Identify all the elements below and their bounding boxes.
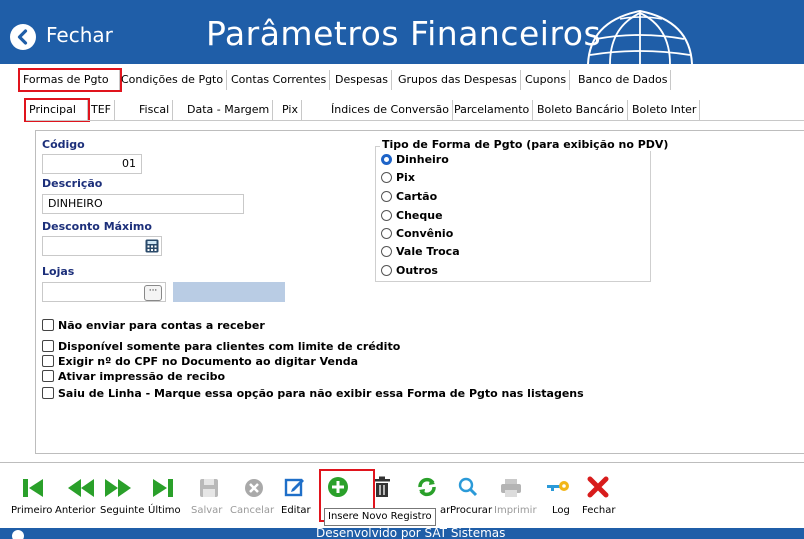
radio-icon [381,245,392,257]
skip-last-icon [153,479,173,497]
radio-icon [381,190,392,202]
tab-grupos-das-despesas[interactable]: Grupos das Despesas [395,70,521,90]
printer-icon [501,479,521,497]
tab-fiscal[interactable]: Fiscal [136,100,174,120]
log-label: Log [552,505,570,516]
trash-icon [374,476,390,497]
seguinte-label: Seguinte [100,505,145,516]
primeiro-label: Primeiro [11,505,53,516]
radio-dinheiro[interactable]: Dinheiro [381,153,449,167]
tab-boleto-inter[interactable]: Boleto Inter [629,100,701,120]
checkbox-exigir-cpf[interactable]: Exigir nº do CPF no Documento ao digitar… [42,355,358,368]
search-icon [458,477,478,497]
tipo-forma-pgto-title: Tipo de Forma de Pgto (para exibição no … [380,138,671,151]
skip-first-icon [23,479,43,497]
procurar-label: Procurar [450,505,493,516]
anterior-label: Anterior [55,505,96,516]
descricao-label: Descrição [42,177,103,190]
tooltip: Insere Novo Registro [324,508,436,526]
globe-icon [587,9,693,64]
lojas-lookup-button[interactable]: ··· [144,285,162,301]
tab-banco-de-dados[interactable]: Banco de Dados [575,70,672,90]
tab-condicoes-de-pgto[interactable]: Condições de Pgto [118,70,228,90]
cancel-icon [245,479,263,497]
edit-icon [284,478,304,497]
radio-icon [381,209,392,221]
tab-data-margem[interactable]: Data - Margem [184,100,274,120]
imprimir-label: Imprimir [494,505,537,516]
checkbox-icon [42,340,54,352]
checkbox-icon [42,387,54,399]
checkbox-saiu-de-linha[interactable]: Saiu de Linha - Marque essa opção para n… [42,387,584,400]
cancelar-label: Cancelar [230,505,275,516]
desconto-maximo-label: Desconto Máximo [42,220,152,233]
footer-bar: Desenvolvido por SAT Sistemas [0,528,804,539]
radio-vale-troca[interactable]: Vale Troca [381,245,460,259]
app-header: Fechar Parâmetros Financeiros [0,0,804,64]
calculator-icon[interactable] [145,239,159,253]
radio-pix[interactable]: Pix [381,171,415,185]
tab-despesas[interactable]: Despesas [332,70,392,90]
lojas-description-field [173,282,285,302]
radio-icon [381,264,392,276]
atualizar-label: ar [440,505,451,516]
tab-principal[interactable]: Principal [24,98,90,122]
checkbox-icon [42,355,54,367]
checkbox-disponivel-limite-credito[interactable]: Disponível somente para clientes com lim… [42,340,400,353]
radio-icon [381,227,392,239]
codigo-label: Código [42,138,85,151]
close-x-icon [587,476,609,498]
save-icon [200,479,218,497]
checkbox-ativar-impressao-recibo[interactable]: Ativar impressão de recibo [42,370,225,383]
lojas-label: Lojas [42,265,75,278]
tab-contas-correntes[interactable]: Contas Correntes [228,70,331,90]
tab-boleto-bancario[interactable]: Boleto Bancário [534,100,628,120]
radio-selected-icon [381,153,392,165]
ultimo-label: Último [148,505,181,516]
fechar-label: Fechar [582,505,616,516]
tab-formas-de-pgto[interactable]: Formas de Pgto [18,68,122,92]
refresh-icon [418,477,436,497]
tab-indices-de-conversao[interactable]: Índices de Conversão [328,100,453,120]
checkbox-icon [42,370,54,382]
tab-divider [26,120,804,121]
radio-outros[interactable]: Outros [381,264,438,278]
fast-forward-icon [105,479,131,497]
rewind-icon [68,479,94,497]
radio-icon [381,171,392,183]
footer-text: Desenvolvido por SAT Sistemas [316,528,506,539]
radio-convenio[interactable]: Convênio [381,227,453,241]
radio-cheque[interactable]: Cheque [381,209,443,223]
checkbox-icon [42,319,54,331]
tab-tef[interactable]: TEF [88,100,115,120]
salvar-label: Salvar [191,505,223,516]
descricao-field[interactable]: DINHEIRO [42,194,244,214]
radio-cartao[interactable]: Cartão [381,190,437,204]
tab-parcelamento[interactable]: Parcelamento [451,100,534,120]
back-label[interactable]: Fechar [46,23,113,47]
desconto-maximo-field[interactable] [42,236,162,256]
toolbar-divider [0,462,804,463]
tab-pix[interactable]: Pix [279,100,302,120]
back-button[interactable] [10,24,36,50]
page-title: Parâmetros Financeiros [206,14,602,53]
codigo-field[interactable]: 01 [42,154,142,174]
footer-logo-icon [12,530,24,539]
tab-cupons[interactable]: Cupons [522,70,571,90]
chevron-left-icon [17,29,28,45]
editar-label: Editar [281,505,311,516]
key-icon [547,481,569,491]
checkbox-nao-enviar-contas-receber[interactable]: Não enviar para contas a receber [42,319,265,332]
